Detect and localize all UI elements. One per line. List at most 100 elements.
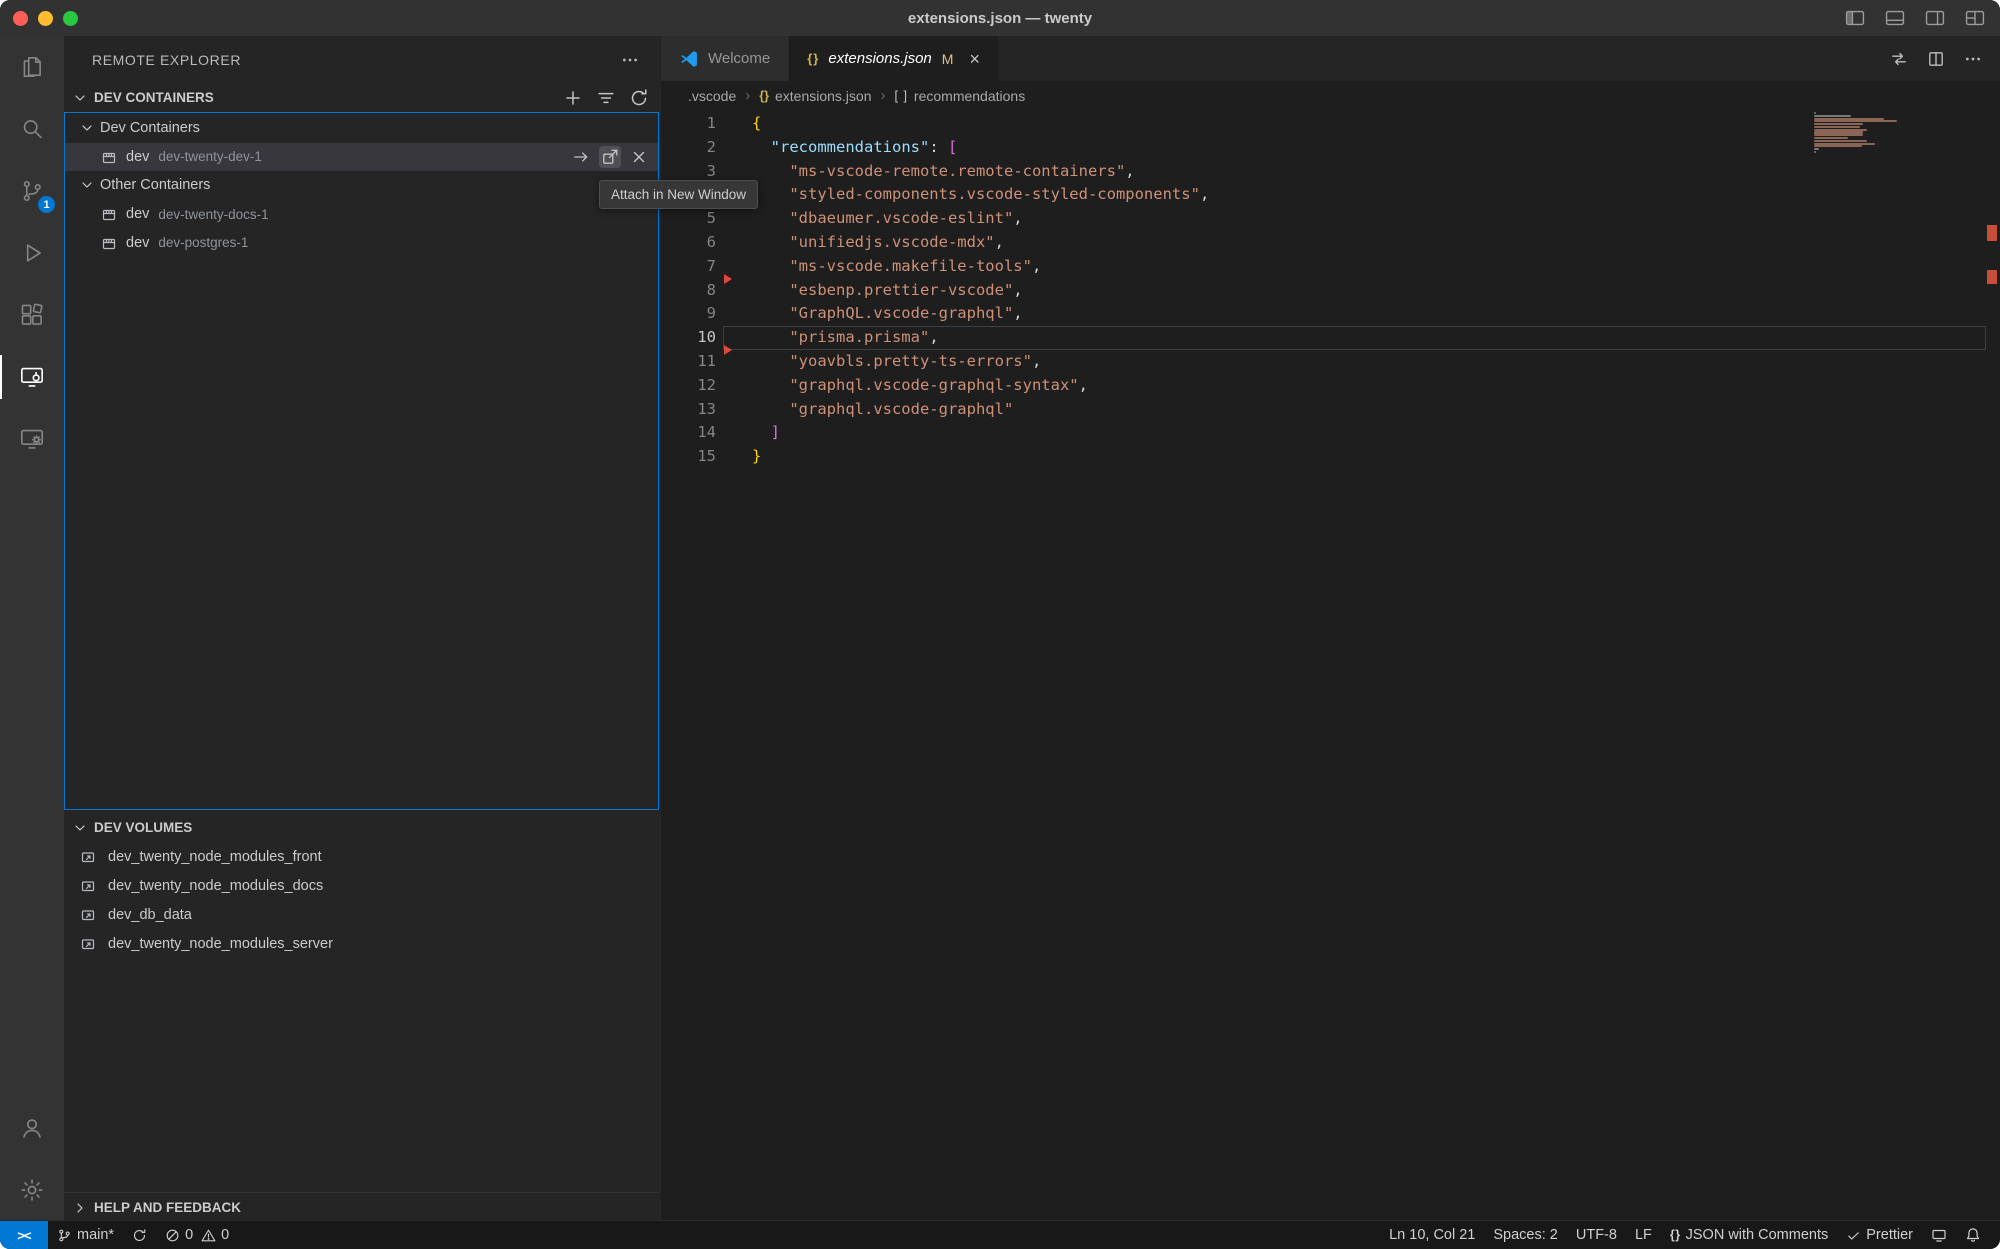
code-editor[interactable]: 1{2 "recommendations": [3 "ms-vscode-rem…	[661, 110, 2000, 1221]
code-line-1[interactable]: 1{	[661, 112, 2000, 136]
refresh-button[interactable]	[629, 88, 649, 108]
activity-run-and-debug[interactable]	[0, 222, 64, 284]
chevRight-icon	[72, 1200, 88, 1216]
line-number: 2	[661, 136, 716, 160]
toggle-panel-icon[interactable]	[1884, 7, 1906, 29]
line-text: "unifiedjs.vscode-mdx",	[716, 233, 1004, 251]
volume-item-dev_twenty_node_modules_server[interactable]: dev_twenty_node_modules_server	[64, 930, 661, 959]
split-editor-icon[interactable]	[1927, 50, 1945, 68]
volume-item-dev_db_data[interactable]: dev_db_data	[64, 900, 661, 929]
status-notifications[interactable]	[1956, 1221, 1990, 1249]
activity-accounts[interactable]	[0, 1097, 64, 1159]
attach-new-window-button[interactable]	[599, 146, 621, 168]
status-indentation[interactable]: Spaces: 2	[1484, 1221, 1567, 1249]
code-line-6[interactable]: 6 "unifiedjs.vscode-mdx",	[661, 231, 2000, 255]
status-language-mode[interactable]: {}JSON with Comments	[1661, 1221, 1837, 1249]
code-line-12[interactable]: 12 "graphql.vscode-graphql-syntax",	[661, 374, 2000, 398]
code-line-15[interactable]: 15}	[661, 445, 2000, 469]
more-actions-icon[interactable]	[621, 51, 639, 69]
minimize-window-button[interactable]	[38, 11, 53, 26]
chevron-down-icon[interactable]	[72, 90, 88, 106]
toggle-primary-sidebar-icon[interactable]	[1844, 7, 1866, 29]
status-cursor-position[interactable]: Ln 10, Col 21	[1380, 1221, 1484, 1249]
container-item-dev-twenty-docs-1[interactable]: devdev-twenty-docs-1	[65, 200, 658, 229]
minimap-line	[1814, 134, 1863, 136]
attach-container-button[interactable]	[570, 146, 592, 168]
source-control-badge: 1	[38, 196, 55, 213]
toggle-secondary-sidebar-icon[interactable]	[1924, 7, 1946, 29]
sidebar-header: REMOTE EXPLORER	[64, 36, 661, 83]
activity-manage[interactable]	[0, 1159, 64, 1221]
code-line-7[interactable]: 7 "ms-vscode.makefile-tools",	[661, 255, 2000, 279]
line-number: 12	[661, 374, 716, 398]
container-item-dev-postgres-1[interactable]: devdev-postgres-1	[65, 228, 658, 257]
layout-right-icon	[1924, 7, 1946, 29]
editor-actions	[1890, 36, 2000, 81]
activity-dev-containers[interactable]	[0, 408, 64, 470]
tab-welcome[interactable]: Welcome	[661, 36, 789, 81]
section-dev-containers[interactable]: DEV CONTAINERS	[64, 83, 659, 112]
extensions-icon	[19, 302, 45, 328]
section-help-and-feedback[interactable]: HELP AND FEEDBACK	[64, 1192, 659, 1222]
problems-status[interactable]: 0 0	[156, 1221, 241, 1249]
sync-status[interactable]	[123, 1221, 156, 1249]
code-line-8[interactable]: 8 "esbenp.prettier-vscode",	[661, 279, 2000, 303]
code-line-11[interactable]: 11 "yoavbls.pretty-ts-errors",	[661, 350, 2000, 374]
more-actions-icon[interactable]	[1964, 50, 1982, 68]
activity-explorer[interactable]	[0, 36, 64, 98]
branch-status[interactable]: main*	[48, 1221, 123, 1249]
chevron-right-icon[interactable]	[72, 1200, 88, 1216]
sidebar-title: REMOTE EXPLORER	[92, 52, 621, 68]
minimap-line	[1814, 143, 1875, 145]
remote-indicator[interactable]: ><	[0, 1221, 48, 1249]
zoom-window-button[interactable]	[63, 11, 78, 26]
status-formatter[interactable]: Prettier	[1837, 1221, 1922, 1249]
minimap-line	[1814, 131, 1863, 133]
close-tab-icon[interactable]: ×	[969, 50, 980, 68]
open-changes-icon[interactable]	[1890, 50, 1908, 68]
code-line-2[interactable]: 2 "recommendations": [	[661, 136, 2000, 160]
line-number: 13	[661, 398, 716, 422]
code-line-3[interactable]: 3 "ms-vscode-remote.remote-containers",	[661, 160, 2000, 184]
customize-layout-icon[interactable]	[1964, 7, 1986, 29]
breadcrumb-extensions-json[interactable]: {}extensions.json	[759, 88, 871, 104]
code-line-4[interactable]: 4 "styled-components.vscode-styled-compo…	[661, 183, 2000, 207]
status-screencast[interactable]	[1922, 1221, 1956, 1249]
overview-ruler-mark	[1987, 270, 1997, 284]
layout-panel-icon	[1884, 7, 1906, 29]
remote-explorer-icon	[19, 364, 45, 390]
filter-button[interactable]	[596, 88, 616, 108]
activity-spacer	[0, 470, 64, 1097]
line-text: {	[716, 114, 761, 132]
add-dev-container-button[interactable]	[563, 88, 583, 108]
activity-remote-explorer[interactable]	[0, 346, 64, 408]
line-number: 1	[661, 112, 716, 136]
section-dev-volumes[interactable]: DEV VOLUMES	[64, 813, 659, 842]
volume-item-dev_twenty_node_modules_front[interactable]: dev_twenty_node_modules_front	[64, 842, 661, 871]
add-icon	[563, 88, 583, 108]
status-encoding[interactable]: UTF-8	[1567, 1221, 1626, 1249]
container-icon	[101, 149, 117, 165]
code-line-10[interactable]: 10 "prisma.prisma",	[661, 326, 2000, 350]
code-line-13[interactable]: 13 "graphql.vscode-graphql"	[661, 398, 2000, 422]
minimap[interactable]	[1814, 112, 1904, 154]
close-window-button[interactable]	[13, 11, 28, 26]
chevron-down-icon[interactable]	[72, 820, 88, 836]
line-text: "GraphQL.vscode-graphql",	[716, 304, 1023, 322]
code-line-14[interactable]: 14 ]	[661, 421, 2000, 445]
tree-group-dev-containers[interactable]: Dev Containers	[65, 114, 658, 143]
breadcrumb-recommendations[interactable]: [ ]recommendations	[895, 88, 1026, 104]
tab-extensions-json[interactable]: {}extensions.jsonM×	[789, 36, 999, 81]
container-item-dev-twenty-dev-1[interactable]: devdev-twenty-dev-1	[65, 143, 658, 172]
volume-item-dev_twenty_node_modules_docs[interactable]: dev_twenty_node_modules_docs	[64, 871, 661, 900]
status-eol[interactable]: LF	[1626, 1221, 1661, 1249]
breadcrumb--vscode[interactable]: .vscode	[688, 88, 736, 104]
chevDown-icon	[72, 820, 88, 836]
activity-search[interactable]	[0, 98, 64, 160]
code-line-9[interactable]: 9 "GraphQL.vscode-graphql",	[661, 302, 2000, 326]
remove-container-button[interactable]	[628, 146, 650, 168]
activity-source-control[interactable]: 1	[0, 160, 64, 222]
code-line-5[interactable]: 5 "dbaeumer.vscode-eslint",	[661, 207, 2000, 231]
tree-group-other-containers[interactable]: Other Containers	[65, 171, 658, 200]
activity-extensions[interactable]	[0, 284, 64, 346]
